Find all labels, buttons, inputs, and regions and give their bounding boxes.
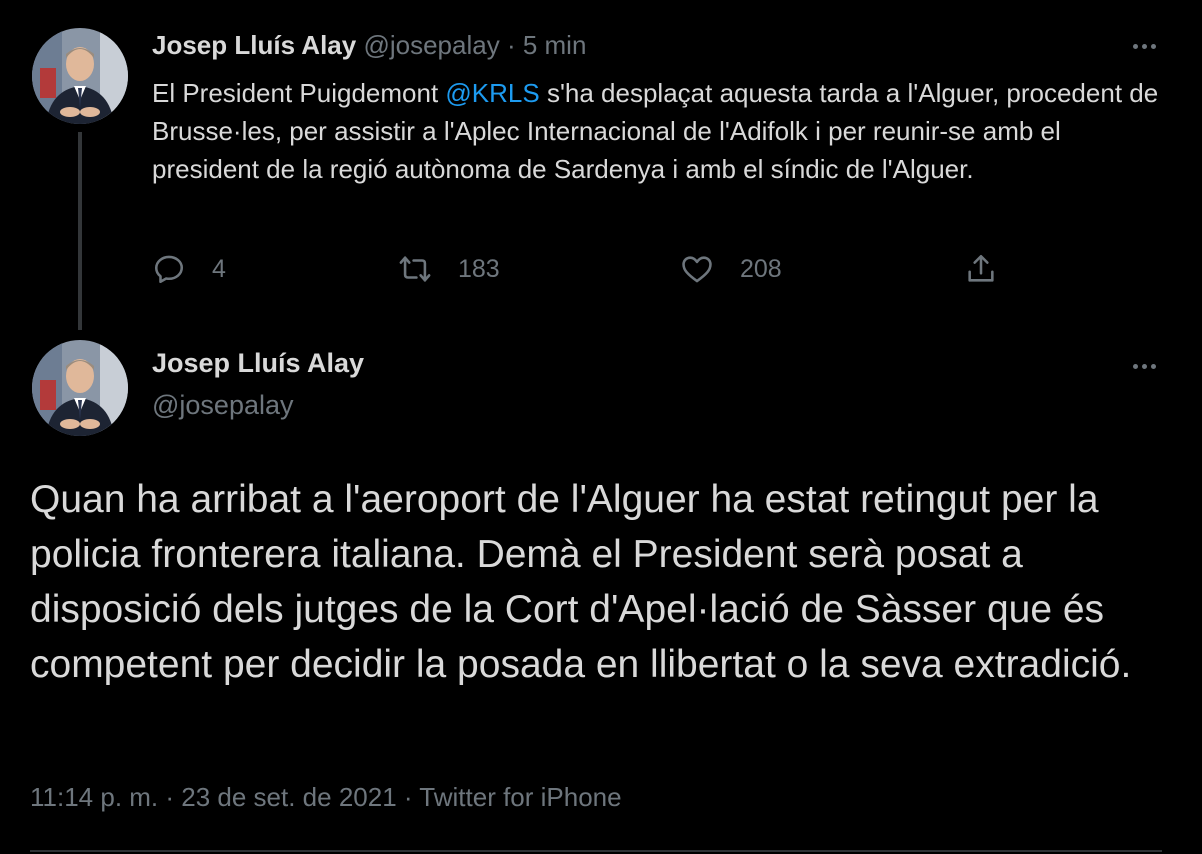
more-icon[interactable] <box>1124 354 1164 378</box>
retweet-count: 183 <box>458 254 500 283</box>
tweet-timestamp[interactable]: 11:14 p. m. · 23 de set. de 2021 · Twitt… <box>30 782 622 813</box>
reply-button[interactable]: 4 <box>152 252 226 286</box>
tweet-header: Josep Lluís Alay @josepalay · 5 min <box>152 30 586 61</box>
thread-connector-line <box>78 132 82 330</box>
author-name[interactable]: Josep Lluís Alay <box>152 30 356 60</box>
retweet-button[interactable]: 183 <box>398 252 500 286</box>
share-icon <box>968 254 994 282</box>
retweet-icon <box>399 256 431 282</box>
author-handle[interactable]: @josepalay <box>363 30 499 60</box>
tweet-thread: Josep Lluís Alay @josepalay · 5 min El P… <box>0 0 1202 854</box>
avatar-photo <box>32 28 128 124</box>
author-name[interactable]: Josep Lluís Alay <box>152 348 364 379</box>
tweet-text: El President Puigdemont @KRLS s'ha despl… <box>152 74 1162 188</box>
separator: · <box>506 30 516 60</box>
avatar[interactable] <box>32 340 128 436</box>
tweet-actions: 4 183 208 <box>152 252 1012 296</box>
reply-count: 4 <box>212 254 226 283</box>
tweet-text-start: El President Puigdemont <box>152 78 446 108</box>
avatar-photo <box>32 340 128 436</box>
share-button[interactable] <box>964 252 1024 286</box>
like-button[interactable]: 208 <box>680 252 782 286</box>
like-count: 208 <box>740 254 782 283</box>
mention-link[interactable]: @KRLS <box>445 78 539 108</box>
divider <box>30 850 1162 852</box>
author-handle[interactable]: @josepalay <box>152 390 294 421</box>
tweet-text: Quan ha arribat a l'aeroport de l'Alguer… <box>30 478 1132 686</box>
avatar[interactable] <box>32 28 128 124</box>
more-icon[interactable] <box>1124 34 1164 58</box>
tweet-time[interactable]: 5 min <box>523 30 587 60</box>
reply-icon <box>154 255 184 284</box>
like-icon <box>682 256 712 283</box>
